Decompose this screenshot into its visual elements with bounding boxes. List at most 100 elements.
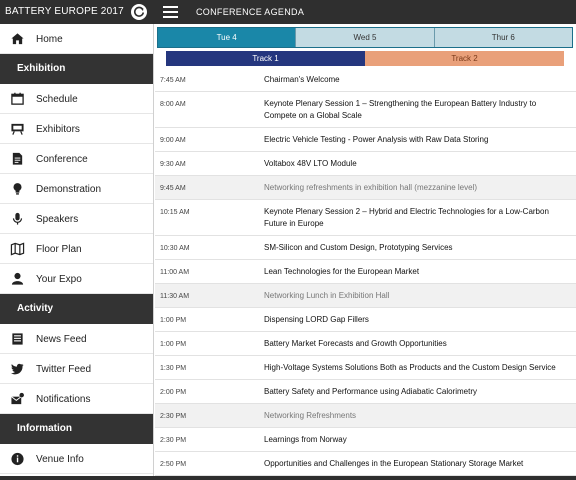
agenda-session-row[interactable]: 1:00 PM Dispensing LORD Gap Fillers: [155, 308, 576, 332]
session-time: 2:30 PM: [160, 437, 187, 444]
session-time: 8:00 AM: [160, 101, 186, 108]
tab-track-2[interactable]: Track 2: [365, 51, 564, 66]
sidebar-section-exhibition: Exhibition: [0, 54, 153, 84]
session-time: 10:15 AM: [160, 209, 190, 216]
session-time: 9:00 AM: [160, 137, 186, 144]
sidebar-item-conference[interactable]: Conference: [0, 144, 153, 174]
session-time: 2:00 PM: [160, 389, 187, 396]
session-title: Lean Technologies for the European Marke…: [264, 267, 420, 276]
agenda-session-row[interactable]: 8:00 AM Keynote Plenary Session 1 – Stren…: [155, 92, 576, 128]
sidebar-item-label: Notifications: [36, 394, 91, 405]
session-title: Keynote Plenary Session 2 – Hybrid and E…: [264, 207, 549, 228]
session-title: Electric Vehicle Testing - Power Analysi…: [264, 135, 489, 144]
easel-icon: [10, 122, 25, 136]
agenda-list: 7:45 AM Chairman's Welcome 8:00 AM Keynote …: [155, 68, 576, 476]
tab-day-thur-6[interactable]: Thur 6: [434, 28, 572, 47]
sidebar-item-news-feed[interactable]: News Feed: [0, 324, 153, 354]
session-title: Battery Market Forecasts and Growth Oppo…: [264, 339, 447, 348]
sidebar-item-your-expo[interactable]: Your Expo: [0, 264, 153, 294]
sidebar: Home Exhibition Schedule Exhibitors Conferen…: [0, 24, 154, 480]
track-tabs: Track 1 Track 2: [166, 51, 564, 66]
sidebar-item-label: Conference: [36, 154, 88, 165]
app-title: BATTERY EUROPE 2017: [5, 6, 124, 17]
session-title: Keynote Plenary Session 1 – Strengthenin…: [264, 99, 537, 120]
menu-icon: [163, 6, 178, 8]
sidebar-section-label: Exhibition: [17, 63, 66, 74]
agenda-session-row[interactable]: 7:45 AM Chairman's Welcome: [155, 68, 576, 92]
agenda-break-row: 9:45 AM Networking refreshments in exhibi…: [155, 176, 576, 200]
lightbulb-icon: [10, 182, 25, 196]
sidebar-item-venue-info[interactable]: Venue Info: [0, 444, 153, 474]
day-tabs: Tue 4 Wed 5 Thur 6: [157, 27, 573, 48]
session-title: Battery Safety and Performance using Adi…: [264, 387, 477, 396]
agenda-break-row: 11:30 AM Networking Lunch in Exhibition H…: [155, 284, 576, 308]
sidebar-item-twitter-feed[interactable]: Twitter Feed: [0, 354, 153, 384]
agenda-session-row[interactable]: 1:30 PM High-Voltage Systems Solutions Bo…: [155, 356, 576, 380]
session-time: 1:00 PM: [160, 341, 187, 348]
home-icon: [10, 32, 25, 46]
microphone-icon: [10, 212, 25, 226]
agenda-session-row[interactable]: 2:30 PM Learnings from Norway: [155, 428, 576, 452]
session-title: Chairman's Welcome: [264, 75, 340, 84]
sidebar-section-label: Information: [17, 423, 72, 434]
newspaper-icon: [10, 332, 25, 346]
session-time: 1:00 PM: [160, 317, 187, 324]
sidebar-section-label: Activity: [17, 303, 54, 314]
bottom-bar: [0, 476, 576, 480]
session-title: Learnings from Norway: [264, 435, 347, 444]
sidebar-section-activity: Activity: [0, 294, 153, 324]
sidebar-item-label: Schedule: [36, 94, 78, 105]
twitter-icon: [10, 362, 25, 376]
session-time: 9:45 AM: [160, 185, 186, 192]
session-title: Voltabox 48V LTO Module: [264, 159, 357, 168]
hamburger-menu-button[interactable]: [163, 6, 178, 18]
refresh-icon: [134, 6, 145, 17]
session-time: 7:45 AM: [160, 77, 186, 84]
map-icon: [10, 242, 25, 256]
session-title: Dispensing LORD Gap Fillers: [264, 315, 369, 324]
session-title: Networking Refreshments: [264, 411, 357, 420]
session-time: 2:30 PM: [160, 413, 187, 420]
sidebar-item-label: Speakers: [36, 214, 79, 225]
agenda-session-row[interactable]: 10:30 AM SM-Silicon and Custom Design, Pr…: [155, 236, 576, 260]
sidebar-section-information: Information: [0, 414, 153, 444]
agenda-session-row[interactable]: 1:00 PM Battery Market Forecasts and Grow…: [155, 332, 576, 356]
refresh-button[interactable]: [131, 4, 147, 20]
sidebar-item-label: News Feed: [36, 334, 87, 345]
user-icon: [10, 272, 25, 286]
sidebar-item-demonstration[interactable]: Demonstration: [0, 174, 153, 204]
session-time: 11:30 AM: [160, 293, 190, 300]
tab-track-1[interactable]: Track 1: [166, 51, 365, 66]
session-title: Networking refreshments in exhibition ha…: [264, 183, 477, 192]
session-time: 11:00 AM: [160, 269, 190, 276]
session-title: Opportunities and Challenges in the Euro…: [264, 459, 524, 468]
agenda-session-row[interactable]: 2:50 PM Opportunities and Challenges in t…: [155, 452, 576, 476]
session-time: 1:30 PM: [160, 365, 187, 372]
tab-day-tue-4[interactable]: Tue 4: [158, 28, 297, 47]
sidebar-item-schedule[interactable]: Schedule: [0, 84, 153, 114]
sidebar-item-label: Demonstration: [36, 184, 102, 195]
sidebar-item-label: Exhibitors: [36, 124, 80, 135]
session-time: 9:30 AM: [160, 161, 186, 168]
sidebar-item-label: Floor Plan: [36, 244, 82, 255]
agenda-session-row[interactable]: 2:00 PM Battery Safety and Performance us…: [155, 380, 576, 404]
session-time: 2:50 PM: [160, 461, 187, 468]
agenda-session-row[interactable]: 11:00 AM Lean Technologies for the Europe…: [155, 260, 576, 284]
tab-day-wed-5[interactable]: Wed 5: [296, 28, 435, 47]
session-title: Networking Lunch in Exhibition Hall: [264, 291, 390, 300]
session-title: High-Voltage Systems Solutions Both as P…: [264, 363, 556, 372]
agenda-session-row[interactable]: 9:00 AM Electric Vehicle Testing - Power …: [155, 128, 576, 152]
agenda-session-row[interactable]: 9:30 AM Voltabox 48V LTO Module: [155, 152, 576, 176]
sidebar-item-home[interactable]: Home: [0, 24, 153, 54]
sidebar-item-floor-plan[interactable]: Floor Plan: [0, 234, 153, 264]
page-title: CONFERENCE AGENDA: [196, 7, 305, 17]
sidebar-item-label: Venue Info: [36, 454, 84, 465]
document-icon: [10, 152, 25, 166]
sidebar-item-exhibitors[interactable]: Exhibitors: [0, 114, 153, 144]
sidebar-item-speakers[interactable]: Speakers: [0, 204, 153, 234]
notification-icon: [10, 392, 25, 406]
sidebar-item-notifications[interactable]: Notifications: [0, 384, 153, 414]
session-time: 10:30 AM: [160, 245, 190, 252]
agenda-session-row[interactable]: 10:15 AM Keynote Plenary Session 2 – Hybr…: [155, 200, 576, 236]
session-title: SM-Silicon and Custom Design, Prototypin…: [264, 243, 453, 252]
